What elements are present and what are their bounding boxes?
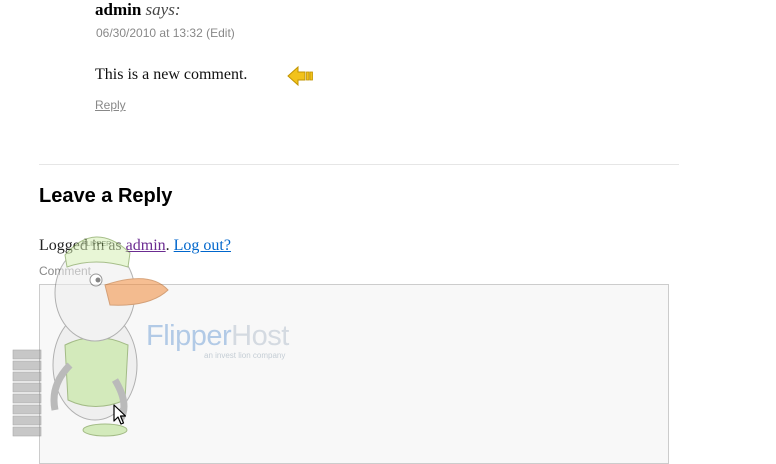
comment-text: This is a new comment.	[95, 66, 248, 83]
logo-tagline: an invest lion company	[204, 351, 286, 360]
comment-meta: 06/30/2010 at 13:32 (Edit)	[96, 26, 235, 40]
comment-date-link[interactable]: 06/30/2010 at 13:32	[96, 26, 203, 40]
mouse-cursor-icon	[113, 404, 127, 425]
comment-says: says:	[145, 0, 181, 19]
reply-link[interactable]: Reply	[95, 98, 126, 112]
arrow-left-icon	[287, 65, 313, 87]
logo-name-part2: Host	[231, 320, 289, 352]
reply-title: Leave a Reply	[39, 185, 173, 207]
logout-link[interactable]: Log out?	[174, 237, 231, 254]
comment-author-name: admin	[95, 0, 142, 19]
logo-name-part1: Flipper	[146, 320, 232, 352]
comment-edit-link[interactable]: (Edit)	[206, 26, 235, 40]
divider	[39, 164, 679, 165]
comment-author: admin says:	[95, 0, 181, 20]
flipperhost-logo: FlipperHost an invest lion company	[146, 320, 289, 360]
mascot-cap-text: FLIPPER	[82, 241, 111, 248]
